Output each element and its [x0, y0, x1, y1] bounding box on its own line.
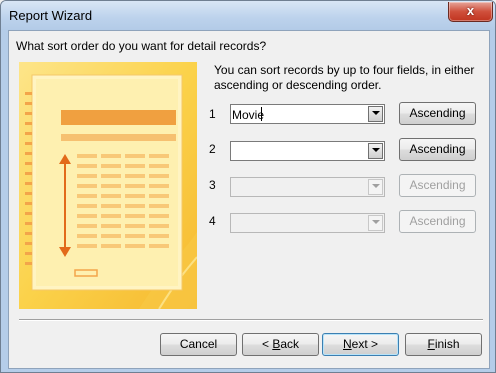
- finish-button-accel: F: [427, 337, 435, 351]
- cancel-button[interactable]: Cancel: [160, 333, 237, 356]
- chevron-down-icon[interactable]: [368, 143, 383, 159]
- report-wizard-window: Report Wizard x What sort order do you w…: [0, 0, 496, 373]
- sort-row-4-number: 4: [209, 214, 216, 228]
- sort-order-2-button[interactable]: Ascending: [399, 138, 476, 161]
- chevron-down-icon[interactable]: [368, 106, 383, 122]
- chevron-down-icon: [368, 215, 383, 231]
- sort-row-3-number: 3: [209, 178, 216, 192]
- sort-field-1-combo[interactable]: Movie: [230, 104, 385, 124]
- sort-row-2-number: 2: [209, 142, 216, 156]
- sort-field-4-combo[interactable]: [230, 213, 385, 233]
- report-preview-image: [19, 62, 197, 309]
- close-icon: x: [466, 3, 475, 18]
- chevron-down-icon: [368, 179, 383, 195]
- wizard-question: What sort order do you want for detail r…: [16, 39, 267, 53]
- sort-field-3-combo[interactable]: [230, 177, 385, 197]
- sort-description: You can sort records by up to four field…: [214, 63, 475, 92]
- window-title: Report Wizard: [9, 8, 93, 23]
- back-button-label: ack: [280, 337, 300, 351]
- sort-field-1-value: Movie: [232, 108, 265, 122]
- wizard-body: What sort order do you want for detail r…: [8, 30, 490, 369]
- text-caret: [261, 107, 262, 121]
- back-button-prefix: <: [261, 337, 273, 351]
- next-button[interactable]: Next >: [322, 333, 399, 356]
- close-button[interactable]: x: [448, 2, 493, 22]
- next-button-label: ext >: [351, 337, 379, 351]
- sort-order-3-button[interactable]: Ascending: [399, 174, 476, 197]
- finish-button[interactable]: Finish: [405, 333, 482, 356]
- next-button-accel: N: [342, 337, 352, 351]
- finish-button-label: inish: [434, 337, 460, 351]
- sort-order-4-button[interactable]: Ascending: [399, 210, 476, 233]
- back-button[interactable]: < Back: [242, 333, 319, 356]
- sort-order-1-button[interactable]: Ascending: [399, 102, 476, 125]
- sort-field-2-combo[interactable]: [230, 141, 385, 161]
- sort-row-1-number: 1: [209, 107, 216, 121]
- footer-separator: [19, 319, 483, 321]
- title-bar[interactable]: Report Wizard x: [1, 1, 495, 30]
